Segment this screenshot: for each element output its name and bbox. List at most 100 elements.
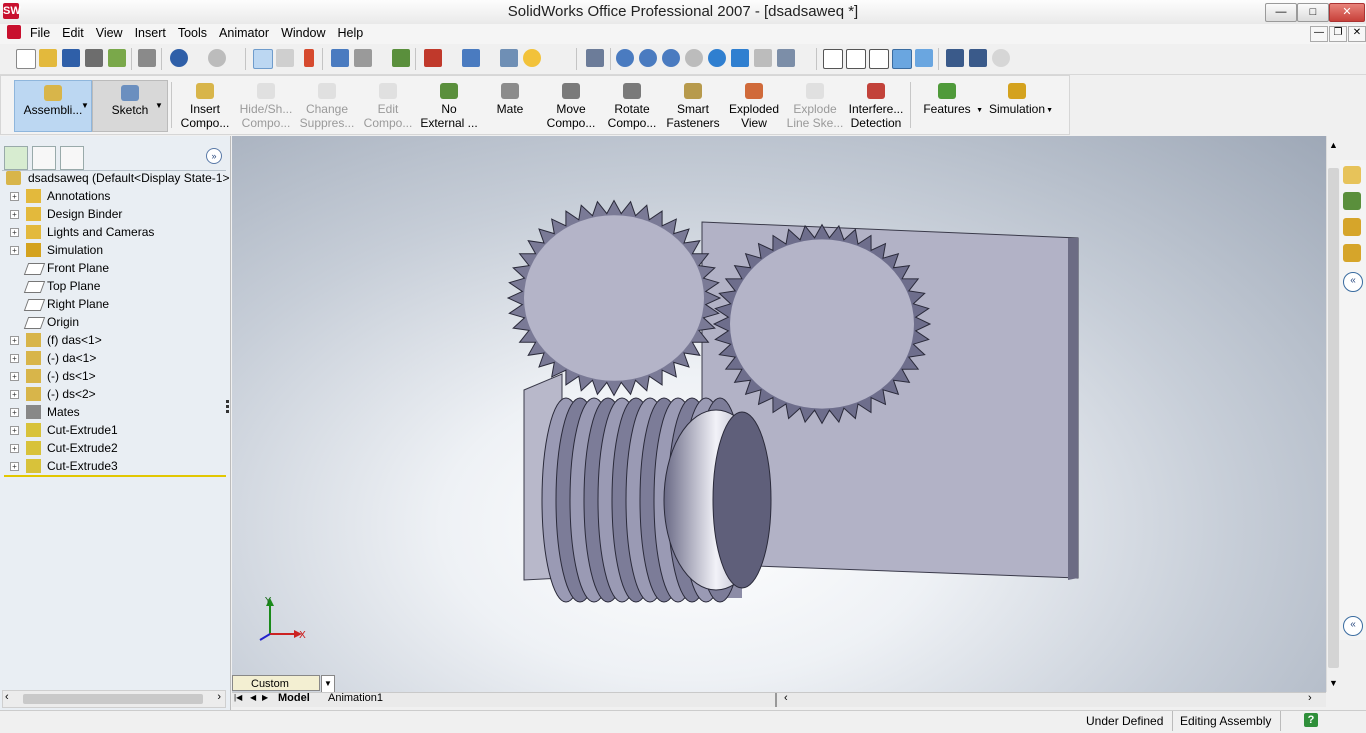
property-manager-tab-icon[interactable] — [32, 146, 56, 170]
tree-horizontal-scrollbar[interactable]: ‹ › — [2, 690, 226, 708]
expand-icon[interactable]: + — [10, 390, 19, 399]
hidden-lines-visible-icon[interactable] — [846, 49, 866, 69]
expand-icon[interactable]: + — [10, 246, 19, 255]
menu-insert[interactable]: Insert — [129, 24, 172, 42]
tree-item[interactable]: + Cut-Extrude1 — [0, 421, 226, 439]
scroll-left-icon[interactable]: ‹ — [784, 692, 788, 704]
doc-minimize-button[interactable]: — — [1310, 26, 1328, 42]
assembly-model[interactable]: Y X — [232, 136, 1326, 692]
expand-icon[interactable]: + — [10, 408, 19, 417]
graphics-area[interactable]: Y X — [232, 136, 1326, 692]
minimize-button[interactable]: — — [1265, 3, 1297, 22]
tab-prev-icon[interactable]: ◀ — [250, 693, 256, 702]
splitter-handle[interactable] — [775, 693, 777, 707]
collapse-left-icon[interactable]: « — [1343, 272, 1363, 292]
select-pointer-icon[interactable] — [253, 49, 273, 69]
part-icon[interactable] — [424, 49, 442, 67]
print-preview-icon[interactable] — [85, 49, 103, 67]
view-palette-icon[interactable] — [1343, 244, 1361, 262]
close-button[interactable]: ✕ — [1329, 3, 1365, 22]
splitter-handle[interactable] — [226, 398, 230, 422]
shaded-with-edges-icon[interactable] — [892, 49, 912, 69]
zoom-selection-icon[interactable] — [685, 49, 703, 67]
tab-model[interactable]: Model — [278, 692, 310, 704]
expand-icon[interactable]: + — [10, 210, 19, 219]
expand-icon[interactable]: + — [10, 192, 19, 201]
scroll-thumb[interactable] — [23, 694, 203, 704]
tab-first-icon[interactable]: |◀ — [234, 693, 242, 702]
menu-window[interactable]: Window — [275, 24, 331, 42]
command-hide-sh-compo[interactable]: Hide/Sh... Compo... — [236, 80, 296, 132]
rebuild-traffic-light-icon[interactable] — [304, 49, 314, 67]
tree-item[interactable]: + (-) da<1> — [0, 349, 226, 367]
pan-icon[interactable] — [731, 49, 749, 67]
smart-mate-icon[interactable] — [392, 49, 410, 67]
hidden-lines-removed-icon[interactable] — [869, 49, 889, 69]
command-features[interactable]: Features ▼ — [917, 80, 983, 132]
tree-item[interactable]: + (-) ds<1> — [0, 367, 226, 385]
scroll-up-icon[interactable]: ▲ — [1329, 140, 1338, 150]
custom-view-dropdown[interactable]: Custom — [232, 675, 320, 691]
chevron-down-icon[interactable]: ▼ — [1046, 104, 1053, 118]
expand-icon[interactable]: + — [10, 336, 19, 345]
shaded-icon[interactable] — [915, 49, 933, 67]
print-icon[interactable] — [138, 49, 156, 67]
scroll-down-icon[interactable]: ▼ — [1329, 678, 1338, 688]
save-icon[interactable] — [62, 49, 80, 67]
feature-manager-tab-icon[interactable] — [4, 146, 28, 170]
tree-item[interactable]: + Cut-Extrude3 — [0, 457, 226, 475]
chevron-down-icon[interactable]: ▼ — [321, 675, 335, 693]
tree-item[interactable]: Top Plane — [0, 277, 226, 295]
standard-views-icon[interactable] — [777, 49, 795, 67]
open-folder-icon[interactable] — [39, 49, 57, 67]
expand-icon[interactable]: + — [10, 372, 19, 381]
expand-icon[interactable]: + — [10, 228, 19, 237]
command-smart-fasteners[interactable]: Smart Fasteners — [663, 80, 723, 132]
tree-item[interactable]: + Annotations — [0, 187, 226, 205]
command-rotate-compo[interactable]: Rotate Compo... — [602, 80, 662, 132]
select-other-icon[interactable] — [276, 49, 294, 67]
menu-tools[interactable]: Tools — [172, 24, 213, 42]
scroll-thumb[interactable] — [1328, 168, 1339, 668]
roll-view-icon[interactable] — [754, 49, 772, 67]
menu-edit[interactable]: Edit — [56, 24, 90, 42]
expand-icon[interactable]: + — [10, 354, 19, 363]
file-explorer-icon[interactable] — [1343, 218, 1361, 236]
command-simulation[interactable]: Simulation ▼ — [987, 80, 1053, 132]
tree-item[interactable]: + Lights and Cameras — [0, 223, 226, 241]
command-exploded-view[interactable]: Exploded View — [724, 80, 784, 132]
rollback-bar[interactable] — [4, 475, 226, 477]
expand-icon[interactable]: + — [10, 462, 19, 471]
doc-restore-button[interactable]: ❐ — [1329, 26, 1347, 42]
chevron-down-icon[interactable]: ▼ — [155, 101, 163, 110]
menu-file[interactable]: File — [24, 24, 56, 42]
chevron-down-icon[interactable]: ▼ — [976, 104, 983, 118]
properties-icon[interactable] — [500, 49, 518, 67]
expand-icon[interactable]: + — [10, 444, 19, 453]
tree-item[interactable]: + Simulation — [0, 241, 226, 259]
command-tab-sketch[interactable]: Sketch ▼ — [92, 80, 168, 132]
command-no-external[interactable]: No External ... — [419, 80, 479, 132]
tree-item[interactable]: Origin — [0, 313, 226, 331]
new-document-icon[interactable] — [16, 49, 36, 69]
menu-animator[interactable]: Animator — [213, 24, 275, 42]
zoom-to-fit-icon[interactable] — [616, 49, 634, 67]
menu-help[interactable]: Help — [332, 24, 370, 42]
command-insert-compo[interactable]: Insert Compo... — [175, 80, 235, 132]
zoom-to-area-icon[interactable] — [639, 49, 657, 67]
command-interfere-detection[interactable]: Interfere... Detection — [846, 80, 906, 132]
help-icon[interactable]: ? — [1304, 713, 1318, 727]
tree-item[interactable]: + (-) ds<2> — [0, 385, 226, 403]
graphics-vertical-scrollbar[interactable]: ▲ ▼ — [1326, 136, 1341, 692]
maximize-button[interactable]: □ — [1297, 3, 1329, 22]
tab-animation1[interactable]: Animation1 — [328, 692, 383, 704]
command-move-compo[interactable]: Move Compo... — [541, 80, 601, 132]
redo-icon[interactable] — [208, 49, 226, 67]
wireframe-icon[interactable] — [823, 49, 843, 69]
expand-panel-icon[interactable]: » — [206, 148, 222, 164]
chevron-down-icon[interactable]: ▼ — [81, 101, 89, 110]
scroll-left-icon[interactable]: ‹ — [5, 691, 9, 703]
design-library-icon[interactable] — [1343, 192, 1361, 210]
tree-item[interactable]: + Design Binder — [0, 205, 226, 223]
tree-item[interactable]: Front Plane — [0, 259, 226, 277]
